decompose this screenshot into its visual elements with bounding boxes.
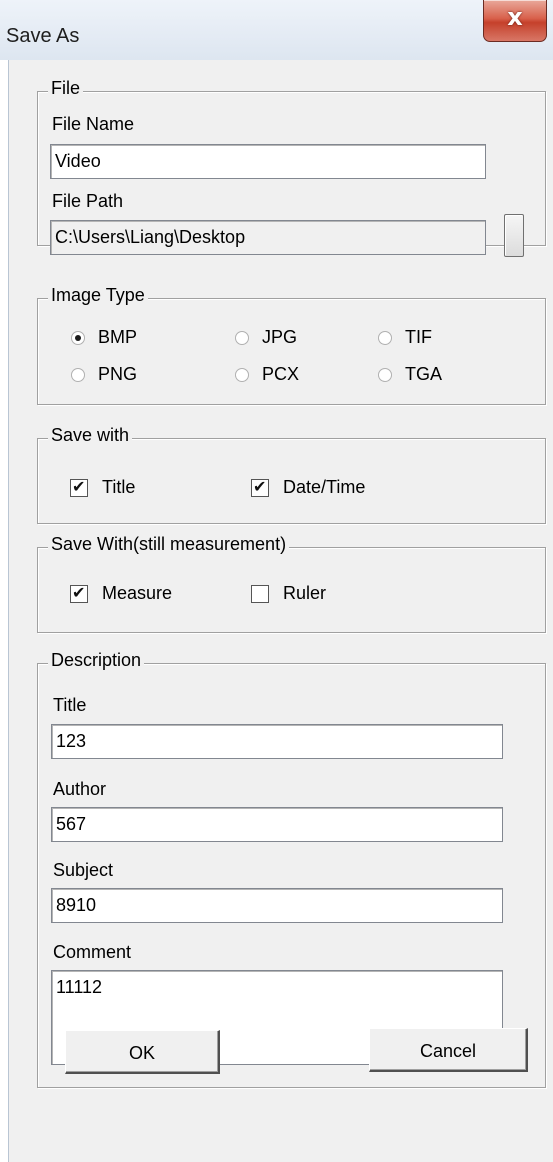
- save-as-dialog: Save As x File File Name Video File Path…: [0, 0, 553, 1162]
- ok-button[interactable]: OK: [65, 1030, 220, 1074]
- checkbox-measure-label[interactable]: Measure: [102, 583, 172, 604]
- radio-tif-label[interactable]: TIF: [405, 327, 432, 348]
- description-legend: Description: [48, 650, 145, 671]
- check-icon: ✔: [253, 477, 267, 496]
- check-icon: ✔: [72, 477, 86, 496]
- image-type-legend: Image Type: [48, 285, 148, 306]
- desc-title-input[interactable]: 123: [51, 724, 503, 759]
- radio-pcx-label[interactable]: PCX: [262, 364, 299, 385]
- radio-tga[interactable]: [378, 368, 392, 382]
- browse-path-button[interactable]: [504, 214, 524, 257]
- radio-jpg-label[interactable]: JPG: [262, 327, 297, 348]
- checkbox-measure[interactable]: ✔: [70, 583, 88, 603]
- title-bar[interactable]: Save As x: [0, 0, 553, 60]
- description-group: Description Title 123 Author 567 Subject…: [37, 650, 546, 1088]
- file-name-label: File Name: [52, 114, 135, 134]
- desc-comment-label: Comment: [53, 942, 132, 962]
- close-icon: x: [507, 3, 523, 31]
- radio-tga-label[interactable]: TGA: [405, 364, 442, 385]
- radio-png-label[interactable]: PNG: [98, 364, 137, 385]
- image-type-group: Image Type BMP JPG TIF PNG PCX TGA: [37, 285, 546, 405]
- radio-jpg[interactable]: [235, 331, 249, 345]
- checkbox-datetime[interactable]: ✔: [251, 477, 269, 497]
- checkbox-title-label[interactable]: Title: [102, 477, 135, 498]
- desc-title-label: Title: [53, 695, 87, 715]
- save-with-group: Save with ✔ Title ✔ Date/Time: [37, 425, 546, 524]
- desc-subject-input[interactable]: 8910: [51, 888, 503, 923]
- file-group-legend: File: [48, 78, 84, 99]
- radio-pcx[interactable]: [235, 368, 249, 382]
- radio-bmp[interactable]: [71, 331, 85, 345]
- radio-png[interactable]: [71, 368, 85, 382]
- checkbox-ruler[interactable]: [251, 585, 269, 603]
- check-icon: ✔: [72, 583, 86, 602]
- window-title: Save As: [6, 25, 80, 47]
- file-group: File File Name Video File Path C:\Users\…: [37, 78, 546, 257]
- dialog-body: File File Name Video File Path C:\Users\…: [8, 60, 553, 1162]
- cancel-button[interactable]: Cancel: [369, 1028, 528, 1072]
- desc-author-label: Author: [53, 779, 107, 799]
- file-path-field[interactable]: C:\Users\Liang\Desktop: [50, 220, 486, 255]
- radio-bmp-label[interactable]: BMP: [98, 327, 137, 348]
- checkbox-title[interactable]: ✔: [70, 477, 88, 497]
- desc-subject-label: Subject: [53, 860, 114, 880]
- file-path-label: File Path: [52, 191, 124, 211]
- close-button[interactable]: x: [483, 0, 547, 42]
- desc-author-input[interactable]: 567: [51, 807, 503, 842]
- radio-tif[interactable]: [378, 331, 392, 345]
- checkbox-ruler-label[interactable]: Ruler: [283, 583, 326, 604]
- save-with-still-legend: Save With(still measurement): [48, 534, 290, 555]
- checkbox-datetime-label[interactable]: Date/Time: [283, 477, 365, 498]
- save-with-legend: Save with: [48, 425, 133, 446]
- file-name-input[interactable]: Video: [50, 144, 486, 179]
- radio-dot-icon: [75, 335, 81, 341]
- save-with-still-group: Save With(still measurement) ✔ Measure R…: [37, 534, 546, 633]
